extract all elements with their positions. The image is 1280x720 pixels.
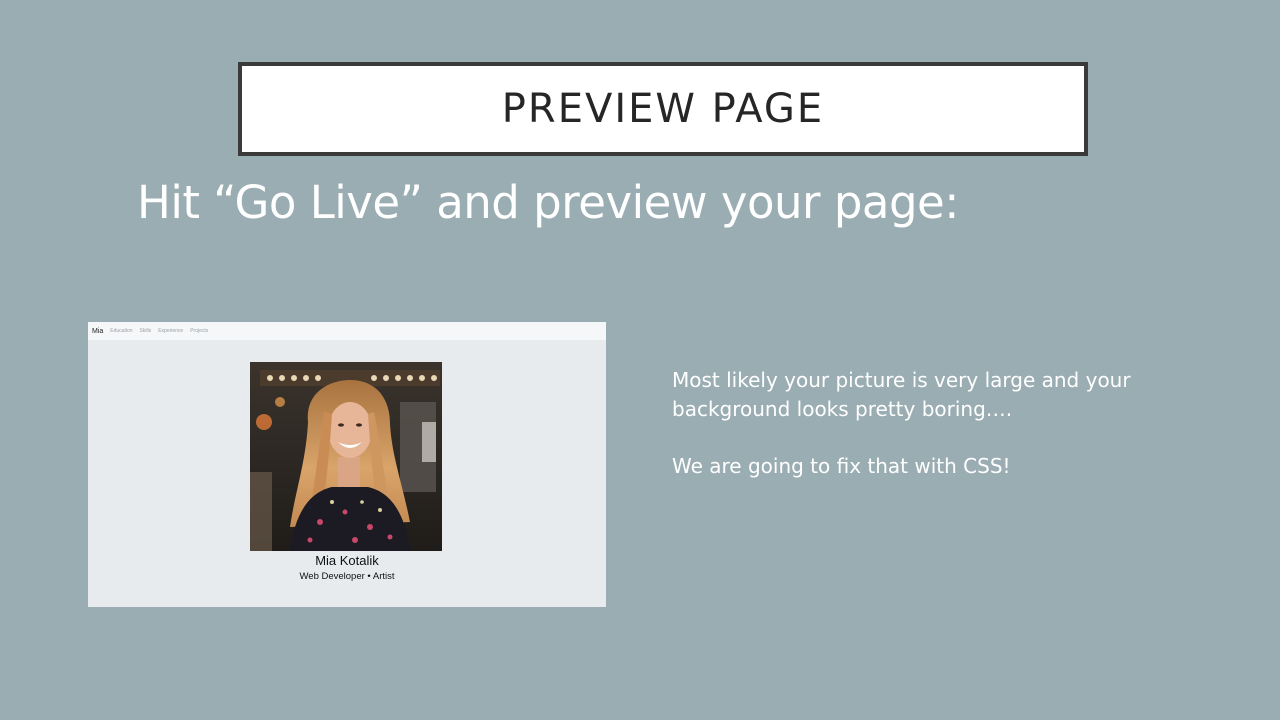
slide-title: PREVIEW PAGE — [501, 86, 825, 132]
profile-role: Web Developer • Artist — [299, 571, 395, 582]
slide-title-box: PREVIEW PAGE — [238, 62, 1088, 156]
profile-photo — [250, 362, 442, 551]
preview-nav-link-skills: Skills — [139, 328, 152, 334]
body-paragraph-2: We are going to fix that with CSS! — [672, 454, 1011, 478]
preview-nav-link-experience: Experience — [158, 328, 184, 334]
preview-navbar: Mia Education Skills Experience Projects — [88, 322, 606, 340]
profile-name: Mia Kotalik — [315, 553, 379, 568]
slide-subtitle: Hit “Go Live” and preview your page: — [137, 176, 959, 229]
preview-nav-link-projects: Projects — [190, 328, 209, 334]
preview-nav-link-education: Education — [110, 328, 133, 334]
body-paragraph-1: Most likely your picture is very large a… — [672, 368, 1131, 421]
preview-nav-brand: Mia — [92, 327, 104, 335]
webpage-preview-screenshot: Mia Education Skills Experience Projects — [88, 322, 606, 607]
slide-body-text: Most likely your picture is very large a… — [672, 366, 1252, 481]
